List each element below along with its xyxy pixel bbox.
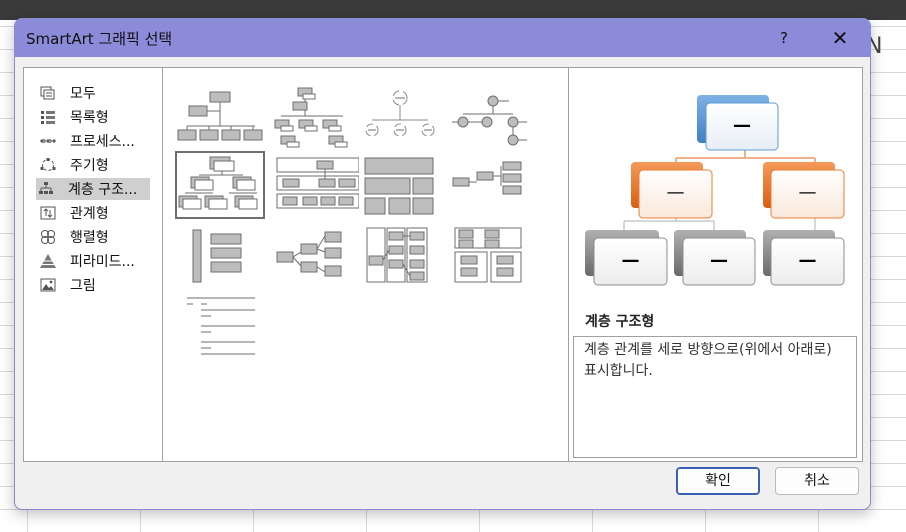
hierarchy-thumbnail-icon	[178, 156, 258, 210]
text-hierarchy-thumbnail-icon	[187, 297, 255, 355]
layout-org-chart[interactable]	[177, 86, 263, 150]
layout-architecture[interactable]	[451, 226, 537, 290]
layout-text-hierarchy[interactable]	[177, 296, 263, 360]
relationship-icon	[40, 206, 56, 220]
pyramid-icon	[40, 254, 56, 268]
category-label: 그림	[70, 278, 96, 294]
layout-labeled-hierarchy[interactable]	[273, 154, 359, 218]
matrix-icon	[41, 230, 55, 244]
category-hierarchy[interactable]: 계층 구조...	[36, 178, 150, 200]
org-chart-thumbnail-icon	[177, 91, 263, 141]
horizontal-hierarchy-thumbnail-icon	[452, 161, 522, 195]
preview-node-bottom-mid: —	[710, 250, 728, 271]
category-list-type[interactable]: 목록형	[38, 106, 168, 128]
preview-node-mid-right: —	[798, 182, 817, 203]
layout-gallery	[162, 67, 569, 462]
dialog-titlebar: SmartArt 그래픽 선택 ? ✕	[15, 19, 870, 57]
hierarchy-list-thumbnail-icon	[192, 229, 242, 283]
dialog-title: SmartArt 그래픽 선택	[26, 30, 173, 48]
layout-table-hierarchy[interactable]	[361, 154, 447, 218]
category-cycle[interactable]: 주기형	[38, 154, 168, 176]
layout-horizontal-hierarchy[interactable]	[451, 154, 537, 218]
cancel-button[interactable]: 취소	[775, 467, 859, 495]
layout-name-title-org[interactable]	[273, 86, 359, 150]
category-label: 목록형	[70, 110, 109, 126]
close-button[interactable]: ✕	[823, 23, 857, 53]
layout-lined-hierarchy[interactable]	[361, 226, 447, 290]
half-circle-org-thumbnail-icon	[365, 90, 435, 137]
layout-horizontal-org[interactable]	[273, 228, 359, 292]
picture-icon	[40, 278, 56, 292]
preview-node-mid-left: —	[666, 182, 685, 203]
category-pyramid[interactable]: 피라미드...	[38, 250, 168, 272]
category-process[interactable]: 프로세스...	[38, 130, 168, 152]
process-icon	[40, 138, 56, 144]
preview-node-bottom-right: —	[798, 250, 817, 271]
all-icon	[40, 86, 55, 100]
cycle-icon	[40, 158, 56, 171]
list-icon	[41, 111, 55, 124]
ok-button[interactable]: 확인	[676, 467, 760, 495]
spreadsheet-top-bar	[0, 0, 906, 20]
smartart-dialog: SmartArt 그래픽 선택 ? ✕ 모두 목록형 프로세스... 주기형 계…	[14, 18, 871, 510]
layout-description: 계층 관계를 세로 방향으로(위에서 아래로) 표시합니다.	[573, 336, 857, 458]
layout-circle-picture-hierarchy[interactable]	[449, 86, 535, 150]
category-relationship[interactable]: 관계형	[38, 202, 168, 224]
category-list: 모두 목록형 프로세스... 주기형 계층 구조... 관계형 행렬형 피라미드…	[23, 67, 163, 462]
preview-node-top: —	[733, 115, 751, 136]
category-picture[interactable]: 그림	[38, 274, 168, 296]
labeled-hierarchy-thumbnail-icon	[276, 157, 359, 209]
category-label: 주기형	[70, 158, 109, 174]
architecture-thumbnail-icon	[454, 227, 522, 283]
preview-node-bottom-left: —	[621, 250, 640, 271]
category-label: 관계형	[70, 206, 109, 222]
category-label: 모두	[70, 86, 96, 102]
layout-hierarchy[interactable]	[175, 151, 265, 219]
layout-name: 계층 구조형	[585, 314, 655, 330]
hierarchy-icon	[39, 182, 53, 194]
category-label: 프로세스...	[70, 134, 135, 150]
preview-panel: — — — — — — 계층 구조형 계층 관계를 세로 방향으로(위에서 아래…	[568, 67, 863, 462]
category-label: 계층 구조...	[68, 182, 138, 198]
layout-hierarchy-list[interactable]	[177, 226, 263, 290]
layout-half-circle-org[interactable]	[359, 86, 445, 150]
category-label: 행렬형	[70, 230, 109, 246]
horizontal-org-thumbnail-icon	[276, 231, 342, 277]
category-label: 피라미드...	[70, 254, 135, 270]
help-button[interactable]: ?	[769, 23, 799, 53]
category-all[interactable]: 모두	[38, 82, 168, 104]
lined-hierarchy-thumbnail-icon	[366, 227, 428, 283]
name-title-org-thumbnail-icon	[274, 87, 348, 148]
category-matrix[interactable]: 행렬형	[38, 226, 168, 248]
circle-hierarchy-thumbnail-icon	[452, 95, 527, 146]
table-hierarchy-thumbnail-icon	[364, 157, 434, 215]
